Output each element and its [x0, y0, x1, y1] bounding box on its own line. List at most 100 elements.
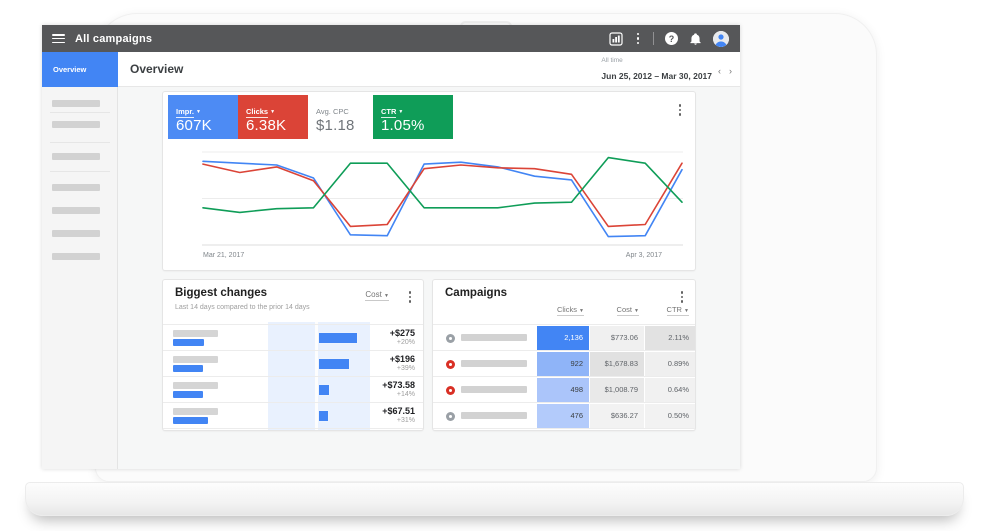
metric-chip-clicks[interactable]: Clicks▼ 6.38K — [238, 95, 308, 139]
table-row[interactable]: +$67.51 +31% — [163, 402, 423, 428]
table-row[interactable]: 922 $1,678.83 0.89% — [433, 350, 695, 376]
sidebar-placeholder-item — [52, 153, 100, 160]
cost-metric-selector[interactable]: Cost ▼ — [365, 290, 389, 301]
sidebar-nav: Overview — [42, 52, 118, 469]
sidebar-divider — [50, 171, 110, 172]
table-row[interactable]: +$196 +39% — [163, 350, 423, 376]
metric-value: 1.05% — [381, 117, 425, 134]
date-range-label: All time — [601, 57, 712, 64]
campaign-name-placeholder — [173, 382, 218, 389]
metric-value: $1.18 — [316, 117, 355, 134]
status-paused-icon — [446, 412, 455, 421]
table-row[interactable]: +$73.58 +14% — [163, 376, 423, 402]
help-icon[interactable]: ? — [665, 32, 678, 45]
clicks-cell: 476 — [537, 404, 589, 428]
change-percent: +31% — [397, 417, 415, 424]
ctr-cell: 0.89% — [645, 352, 695, 376]
card-subtitle: Last 14 days compared to the prior 14 da… — [175, 304, 310, 311]
dropdown-arrow-icon: ▼ — [384, 293, 389, 299]
campaign-name-placeholder — [461, 334, 527, 341]
top-app-bar: All campaigns ? — [42, 25, 740, 52]
metric-value: 607K — [176, 117, 212, 134]
card-title: Campaigns — [445, 287, 507, 299]
column-label: CTR — [667, 305, 682, 314]
change-percent: +39% — [397, 365, 415, 372]
table-row-clipped — [163, 428, 423, 430]
cost-cell: $1,678.83 — [590, 352, 644, 376]
ctr-cell: 0.64% — [645, 378, 695, 402]
change-bar — [318, 332, 358, 344]
date-range-picker[interactable]: All time Jun 25, 2012 – Mar 30, 2017 — [601, 57, 712, 84]
x-axis-start-label: Mar 21, 2017 — [203, 252, 244, 259]
table-row[interactable]: 2,136 $773.06 2.11% — [433, 324, 695, 350]
user-avatar[interactable] — [713, 31, 729, 47]
table-row-clipped — [433, 428, 695, 430]
hamburger-menu-icon[interactable] — [52, 34, 65, 43]
metric-value: 6.38K — [246, 117, 286, 134]
column-header-clicks[interactable]: Clicks ▼ — [557, 305, 584, 316]
metric-chip-ctr[interactable]: CTR▼ 1.05% — [373, 95, 453, 139]
main-content: Overview All time Jun 25, 2012 – Mar 30,… — [118, 52, 740, 469]
dropdown-arrow-icon: ▼ — [634, 308, 639, 314]
change-value: +$73.58 — [382, 380, 415, 390]
date-next-chevron-icon[interactable]: › — [729, 66, 732, 76]
trend-line-chart — [200, 147, 685, 252]
laptop-mockup: All campaigns ? — [0, 0, 981, 531]
dropdown-arrow-icon: ▼ — [684, 308, 689, 314]
campaigns-column-headers: Clicks ▼ Cost ▼ CTR ▼ — [433, 305, 695, 321]
campaigns-card: Campaigns Clicks ▼ Cost ▼ CTR ▼ 2,136 $7… — [433, 280, 695, 430]
cost-cell: $1,008.79 — [590, 378, 644, 402]
app-window: All campaigns ? — [42, 25, 740, 469]
table-row[interactable]: 476 $636.27 0.50% — [433, 402, 695, 428]
metric-label: Avg. CPC — [316, 107, 349, 116]
metric-chip-avg-cpc: Avg. CPC $1.18 — [308, 95, 373, 139]
topbar-kebab-menu-icon[interactable] — [634, 32, 643, 46]
x-axis-end-label: Apr 3, 2017 — [626, 252, 662, 259]
campaign-name-placeholder — [461, 386, 527, 393]
campaigns-table: 2,136 $773.06 2.11% 922 $1,678.83 0.89% — [433, 322, 695, 430]
topbar-divider — [653, 32, 654, 45]
page-header: Overview All time Jun 25, 2012 – Mar 30,… — [118, 52, 740, 87]
table-row[interactable]: 498 $1,008.79 0.64% — [433, 376, 695, 402]
status-paused-icon — [446, 334, 455, 343]
clicks-cell: 2,136 — [537, 326, 589, 350]
campaign-name-placeholder — [173, 356, 218, 363]
change-value: +$196 — [390, 354, 415, 364]
column-header-cost[interactable]: Cost ▼ — [617, 305, 639, 316]
card-title: Biggest changes — [175, 287, 267, 299]
column-label: Cost — [617, 305, 632, 314]
chart-kebab-menu-icon[interactable] — [675, 102, 686, 118]
cost-cell: $773.06 — [590, 326, 644, 350]
metric-chips: Impr.▼ 607K Clicks▼ 6.38K Avg. CPC $1.18… — [168, 95, 453, 139]
column-label: Clicks — [557, 305, 577, 314]
biggest-changes-table: +$275 +20% +$196 +39% +$73.58 — [163, 322, 423, 430]
campaign-name-placeholder — [461, 360, 527, 367]
notifications-bell-icon[interactable] — [689, 32, 702, 46]
selector-label: Cost — [365, 290, 381, 299]
status-removed-icon — [446, 360, 455, 369]
change-bar — [318, 358, 350, 370]
column-header-ctr[interactable]: CTR ▼ — [667, 305, 689, 316]
date-prev-chevron-icon[interactable]: ‹ — [718, 66, 721, 76]
biggest-changes-kebab-menu-icon[interactable] — [405, 289, 416, 305]
sidebar-divider — [50, 142, 110, 143]
campaign-name-placeholder — [173, 408, 218, 415]
app-title: All campaigns — [75, 33, 152, 45]
change-percent: +14% — [397, 391, 415, 398]
metric-chip-impressions[interactable]: Impr.▼ 607K — [168, 95, 238, 139]
sidebar-divider — [50, 112, 110, 113]
table-row[interactable]: +$275 +20% — [163, 324, 423, 350]
reports-chart-icon[interactable] — [609, 32, 623, 46]
clicks-cell: 498 — [537, 378, 589, 402]
sidebar-item-overview[interactable]: Overview — [42, 52, 118, 87]
dropdown-arrow-icon: ▼ — [398, 109, 403, 115]
sidebar-placeholder-item — [52, 184, 100, 191]
change-value: +$67.51 — [382, 406, 415, 416]
change-bar — [318, 384, 330, 396]
sidebar-placeholder-item — [52, 121, 100, 128]
campaign-name-placeholder — [173, 330, 218, 337]
campaigns-kebab-menu-icon[interactable] — [677, 289, 688, 305]
ctr-cell: 2.11% — [645, 326, 695, 350]
dropdown-arrow-icon: ▼ — [270, 109, 275, 115]
status-removed-icon — [446, 386, 455, 395]
